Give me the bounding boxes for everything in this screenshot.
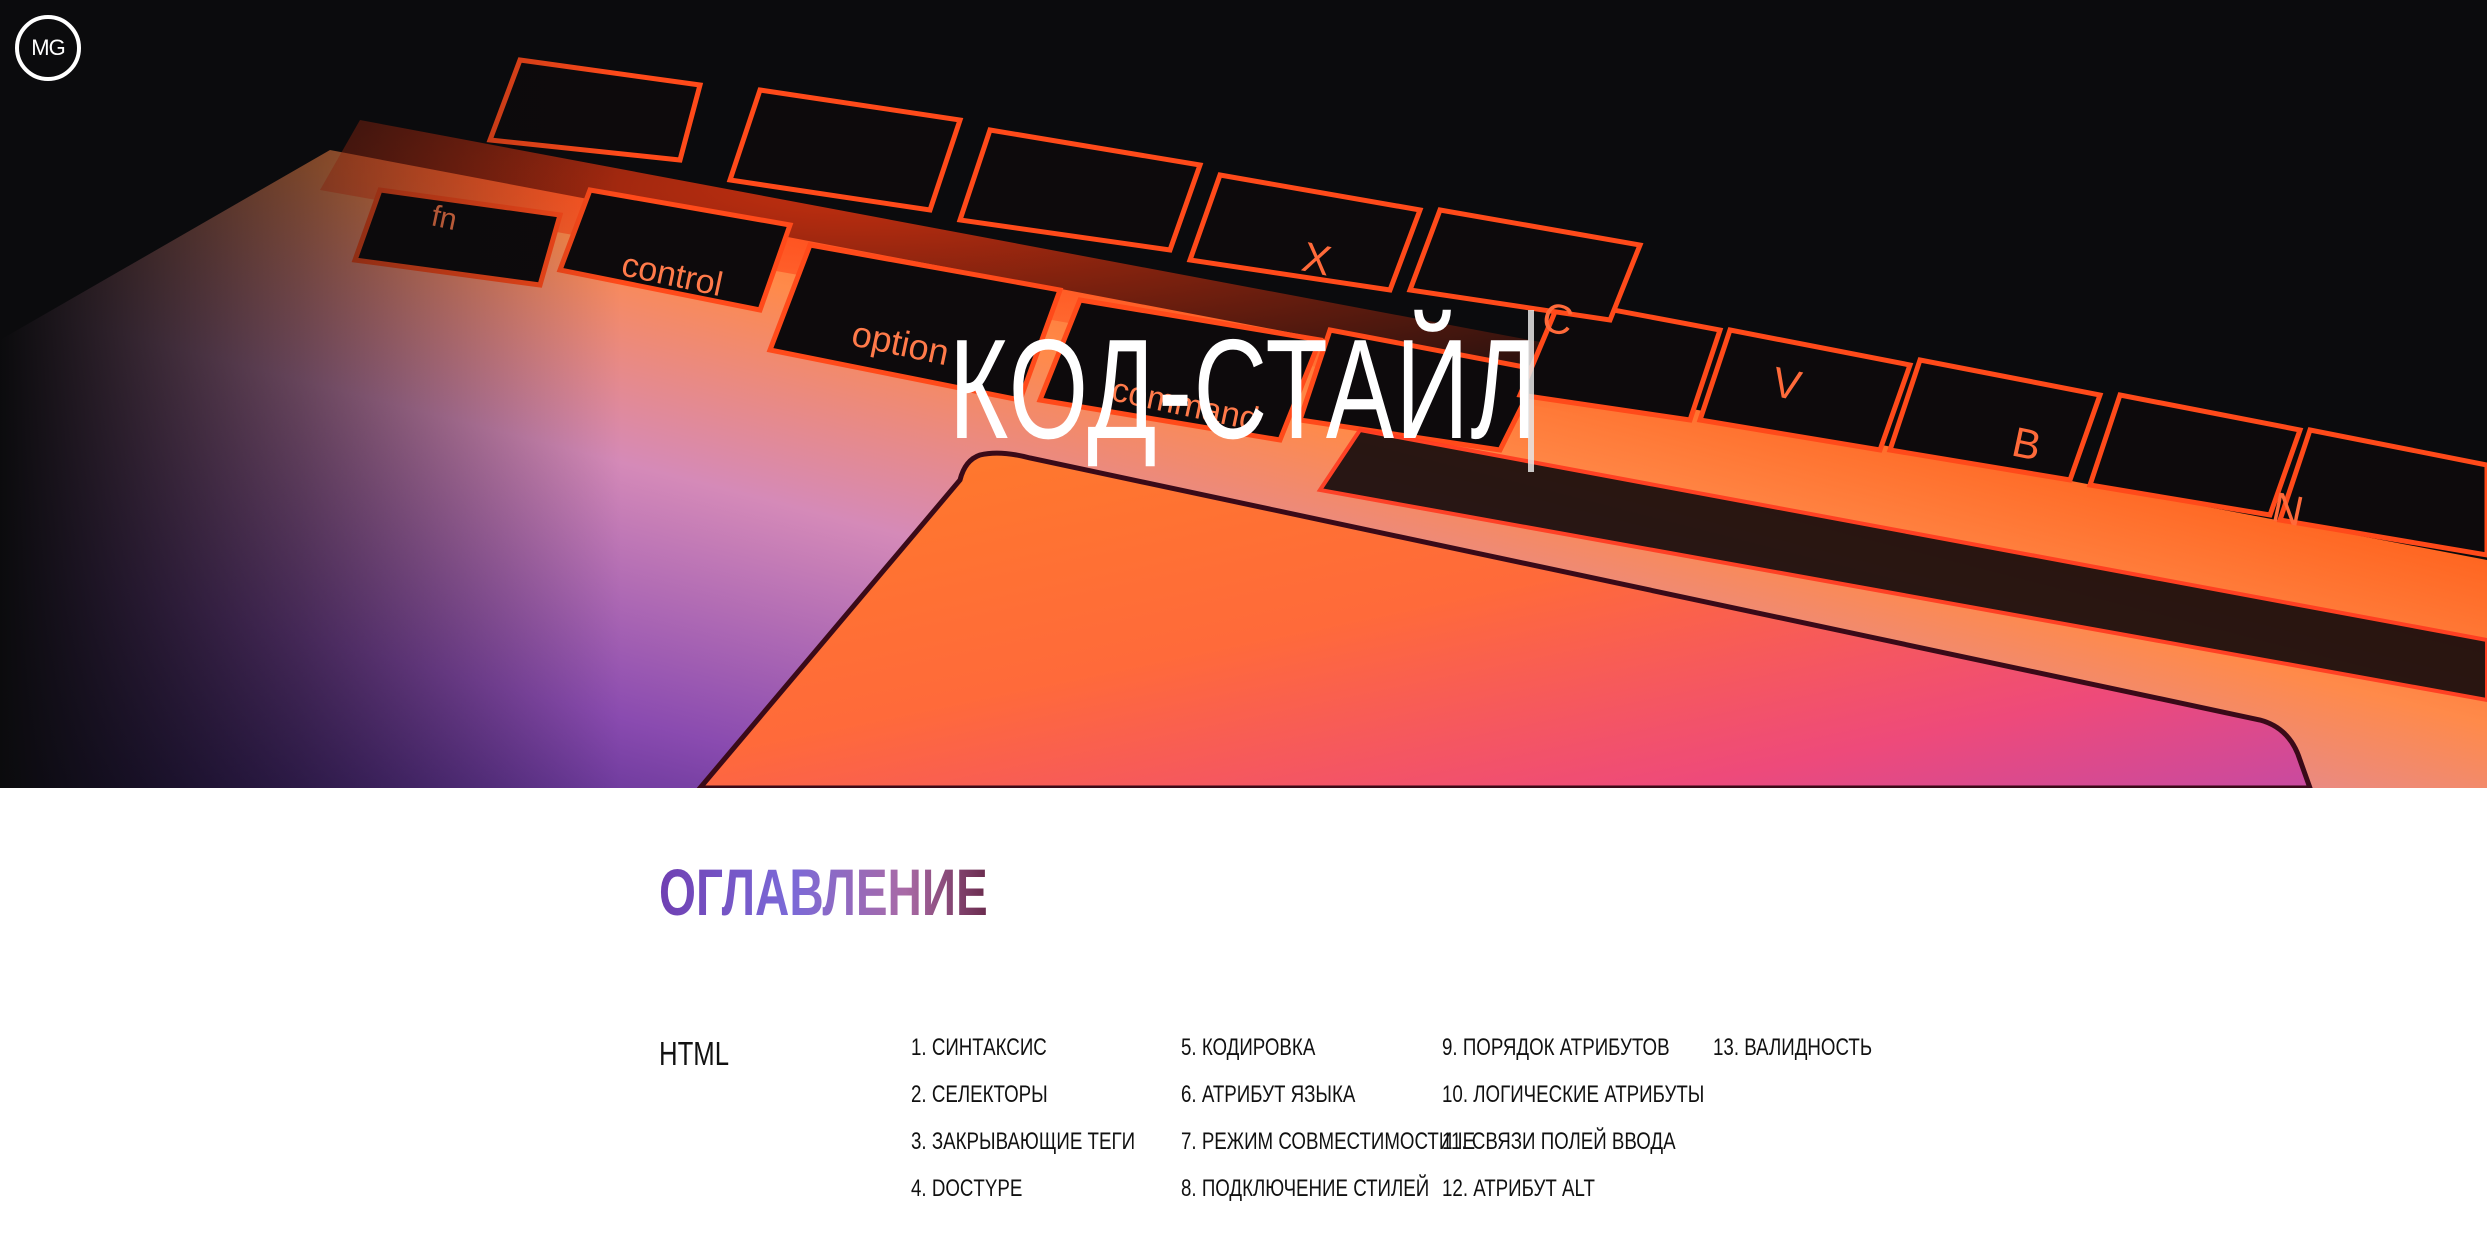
toc-column-4: 13. ВАЛИДНОСТЬ: [1713, 1030, 1917, 1077]
toc-link-syntax[interactable]: 1. СИНТАКСИС: [911, 1030, 1135, 1077]
toc-link-input-labels[interactable]: 11. СВЯЗИ ПОЛЕЙ ВВОДА: [1442, 1124, 1704, 1171]
toc-link-encoding[interactable]: 5. КОДИРОВКА: [1181, 1030, 1475, 1077]
contents-heading: ОГЛАВЛЕНИЕ: [659, 852, 988, 932]
toc-link-boolean-attributes[interactable]: 10. ЛОГИЧЕСКИЕ АТРИБУТЫ: [1442, 1077, 1704, 1124]
toc-link-styles-include[interactable]: 8. ПОДКЛЮЧЕНИЕ СТИЛЕЙ: [1181, 1171, 1475, 1218]
toc-link-alt-attribute[interactable]: 12. АТРИБУТ ALT: [1442, 1171, 1704, 1218]
logo-badge[interactable]: MG: [15, 15, 81, 81]
site-title: КОД-СТАЙЛ: [948, 310, 1539, 469]
hero-banner: fn control option command C V B N X MG К…: [0, 0, 2487, 788]
toc-column-1: 1. СИНТАКСИС 2. СЕЛЕКТОРЫ 3. ЗАКРЫВАЮЩИЕ…: [911, 1030, 1198, 1218]
toc-link-ie-compat-mode[interactable]: 7. РЕЖИМ СОВМЕСТИМОСТИ IE: [1181, 1124, 1475, 1171]
toc-link-lang-attribute[interactable]: 6. АТРИБУТ ЯЗЫКА: [1181, 1077, 1475, 1124]
toc-link-validity[interactable]: 13. ВАЛИДНОСТЬ: [1713, 1030, 1872, 1077]
toc-link-doctype[interactable]: 4. DOCTYPE: [911, 1171, 1135, 1218]
toc-link-selectors[interactable]: 2. СЕЛЕКТОРЫ: [911, 1077, 1135, 1124]
toc-link-attribute-order[interactable]: 9. ПОРЯДОК АТРИБУТОВ: [1442, 1030, 1704, 1077]
text-cursor: [1528, 310, 1534, 472]
toc-link-closing-tags[interactable]: 3. ЗАКРЫВАЮЩИЕ ТЕГИ: [911, 1124, 1135, 1171]
section-label-html: HTML: [659, 1035, 730, 1072]
hero-title-wrapper: КОД-СТАЙЛ: [0, 310, 2487, 470]
